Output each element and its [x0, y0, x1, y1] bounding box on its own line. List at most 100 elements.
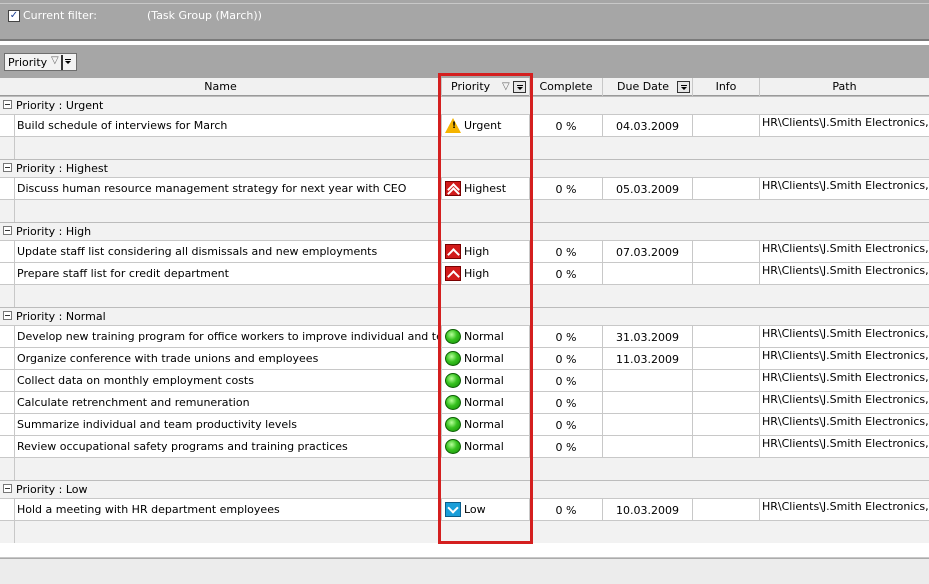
group-label: Priority : Normal: [16, 310, 106, 323]
table-row[interactable]: Summarize individual and team productivi…: [0, 413, 929, 435]
due-date-filter-button[interactable]: [677, 81, 690, 93]
task-complete: 0 %: [530, 436, 603, 457]
priority-filter-button[interactable]: [513, 81, 526, 93]
task-complete: 0 %: [530, 263, 603, 284]
task-due-date: 04.03.2009: [603, 115, 693, 136]
normal-icon: [445, 439, 461, 454]
task-name: Hold a meeting with HR department employ…: [14, 499, 442, 520]
group-label: Priority : Low: [16, 483, 88, 496]
column-info[interactable]: Info: [693, 78, 760, 96]
collapse-icon[interactable]: [3, 163, 12, 172]
task-name: Summarize individual and team productivi…: [14, 414, 442, 435]
task-path: HR\Clients\J.Smith Electronics,: [762, 371, 929, 384]
task-complete: 0 %: [530, 348, 603, 369]
group-row-highest[interactable]: Priority : Highest: [0, 159, 929, 177]
task-info: [693, 392, 760, 413]
task-priority[interactable]: Low: [442, 499, 530, 520]
task-complete: 0 %: [530, 326, 603, 347]
column-name[interactable]: Name: [0, 78, 442, 96]
task-name: Collect data on monthly employment costs: [14, 370, 442, 391]
collapse-icon[interactable]: [3, 100, 12, 109]
task-priority-label: Highest: [464, 182, 507, 195]
normal-icon: [445, 373, 461, 388]
task-priority[interactable]: High: [442, 263, 530, 284]
task-complete: 0 %: [530, 392, 603, 413]
priority-sort-icon: ▽: [502, 81, 510, 92]
table-row[interactable]: Build schedule of interviews for March !…: [0, 114, 929, 136]
group-row-urgent[interactable]: Priority : Urgent: [0, 96, 929, 114]
task-info: [693, 414, 760, 435]
task-priority[interactable]: Normal: [442, 392, 530, 413]
task-name: Build schedule of interviews for March: [14, 115, 442, 136]
high-icon: [445, 244, 461, 259]
task-info: [693, 499, 760, 520]
task-due-date: 07.03.2009: [603, 241, 693, 262]
task-complete: 0 %: [530, 414, 603, 435]
task-path: HR\Clients\J.Smith Electronics,: [762, 116, 929, 129]
group-row-low[interactable]: Priority : Low: [0, 480, 929, 498]
task-path: HR\Clients\J.Smith Electronics,: [762, 437, 929, 450]
table-row[interactable]: Organize conference with trade unions an…: [0, 347, 929, 369]
task-due-date: 05.03.2009: [603, 178, 693, 199]
filter-bar: ✓ Current filter: (Task Group (March)): [0, 0, 929, 41]
task-priority[interactable]: ! Urgent: [442, 115, 530, 136]
table-row[interactable]: Review occupational safety programs and …: [0, 435, 929, 457]
task-path: HR\Clients\J.Smith Electronics,: [762, 264, 929, 277]
group-row-normal[interactable]: Priority : Normal: [0, 307, 929, 325]
collapse-icon[interactable]: [3, 311, 12, 320]
filter-checkbox[interactable]: ✓: [8, 10, 20, 22]
group-footer: [0, 457, 929, 480]
normal-icon: [445, 395, 461, 410]
task-info: [693, 326, 760, 347]
task-priority-label: Urgent: [464, 119, 502, 132]
group-dropdown-button[interactable]: [61, 55, 63, 70]
table-row[interactable]: Collect data on monthly employment costs…: [0, 369, 929, 391]
group-row-high[interactable]: Priority : High: [0, 222, 929, 240]
group-footer: [0, 520, 929, 543]
table-row[interactable]: Develop new training program for office …: [0, 325, 929, 347]
task-priority[interactable]: Normal: [442, 370, 530, 391]
table-row[interactable]: Prepare staff list for credit department…: [0, 262, 929, 284]
task-name: Organize conference with trade unions an…: [14, 348, 442, 369]
task-path: HR\Clients\J.Smith Electronics,: [762, 500, 929, 513]
task-info: [693, 178, 760, 199]
task-priority[interactable]: Normal: [442, 326, 530, 347]
task-complete: 0 %: [530, 499, 603, 520]
group-label: Priority : Urgent: [16, 99, 104, 112]
group-by-label: Priority: [8, 56, 48, 69]
column-path[interactable]: Path: [760, 78, 929, 96]
collapse-icon[interactable]: [3, 226, 12, 235]
table-row[interactable]: Calculate retrenchment and remuneration …: [0, 391, 929, 413]
sort-descending-icon: ▽: [51, 55, 59, 66]
task-name: Review occupational safety programs and …: [14, 436, 442, 457]
task-priority[interactable]: Highest: [442, 178, 530, 199]
task-due-date: 10.03.2009: [603, 499, 693, 520]
task-due-date: 11.03.2009: [603, 348, 693, 369]
task-name: Update staff list considering all dismis…: [14, 241, 442, 262]
table-row[interactable]: Update staff list considering all dismis…: [0, 240, 929, 262]
group-footer: [0, 136, 929, 159]
task-due-date: [603, 392, 693, 413]
task-priority[interactable]: Normal: [442, 348, 530, 369]
task-priority[interactable]: Normal: [442, 436, 530, 457]
task-complete: 0 %: [530, 241, 603, 262]
table-row[interactable]: Hold a meeting with HR department employ…: [0, 498, 929, 520]
task-priority[interactable]: Normal: [442, 414, 530, 435]
highest-icon: [445, 181, 461, 196]
task-path: HR\Clients\J.Smith Electronics,: [762, 393, 929, 406]
task-due-date: [603, 370, 693, 391]
task-name: Prepare staff list for credit department: [14, 263, 442, 284]
task-priority-label: Normal: [464, 352, 504, 365]
column-header: Name Priority ▽ Complete Due Date Info P…: [0, 78, 929, 96]
status-bar: [0, 558, 929, 584]
group-label: Priority : Highest: [16, 162, 108, 175]
table-row[interactable]: Discuss human resource management strate…: [0, 177, 929, 199]
column-complete[interactable]: Complete: [530, 78, 603, 96]
task-due-date: [603, 414, 693, 435]
task-priority-label: Normal: [464, 396, 504, 409]
filter-value[interactable]: (Task Group (March)): [147, 9, 262, 22]
collapse-icon[interactable]: [3, 484, 12, 493]
task-path: HR\Clients\J.Smith Electronics,: [762, 415, 929, 428]
task-priority[interactable]: High: [442, 241, 530, 262]
group-by-priority-chip[interactable]: Priority ▽: [4, 53, 77, 71]
